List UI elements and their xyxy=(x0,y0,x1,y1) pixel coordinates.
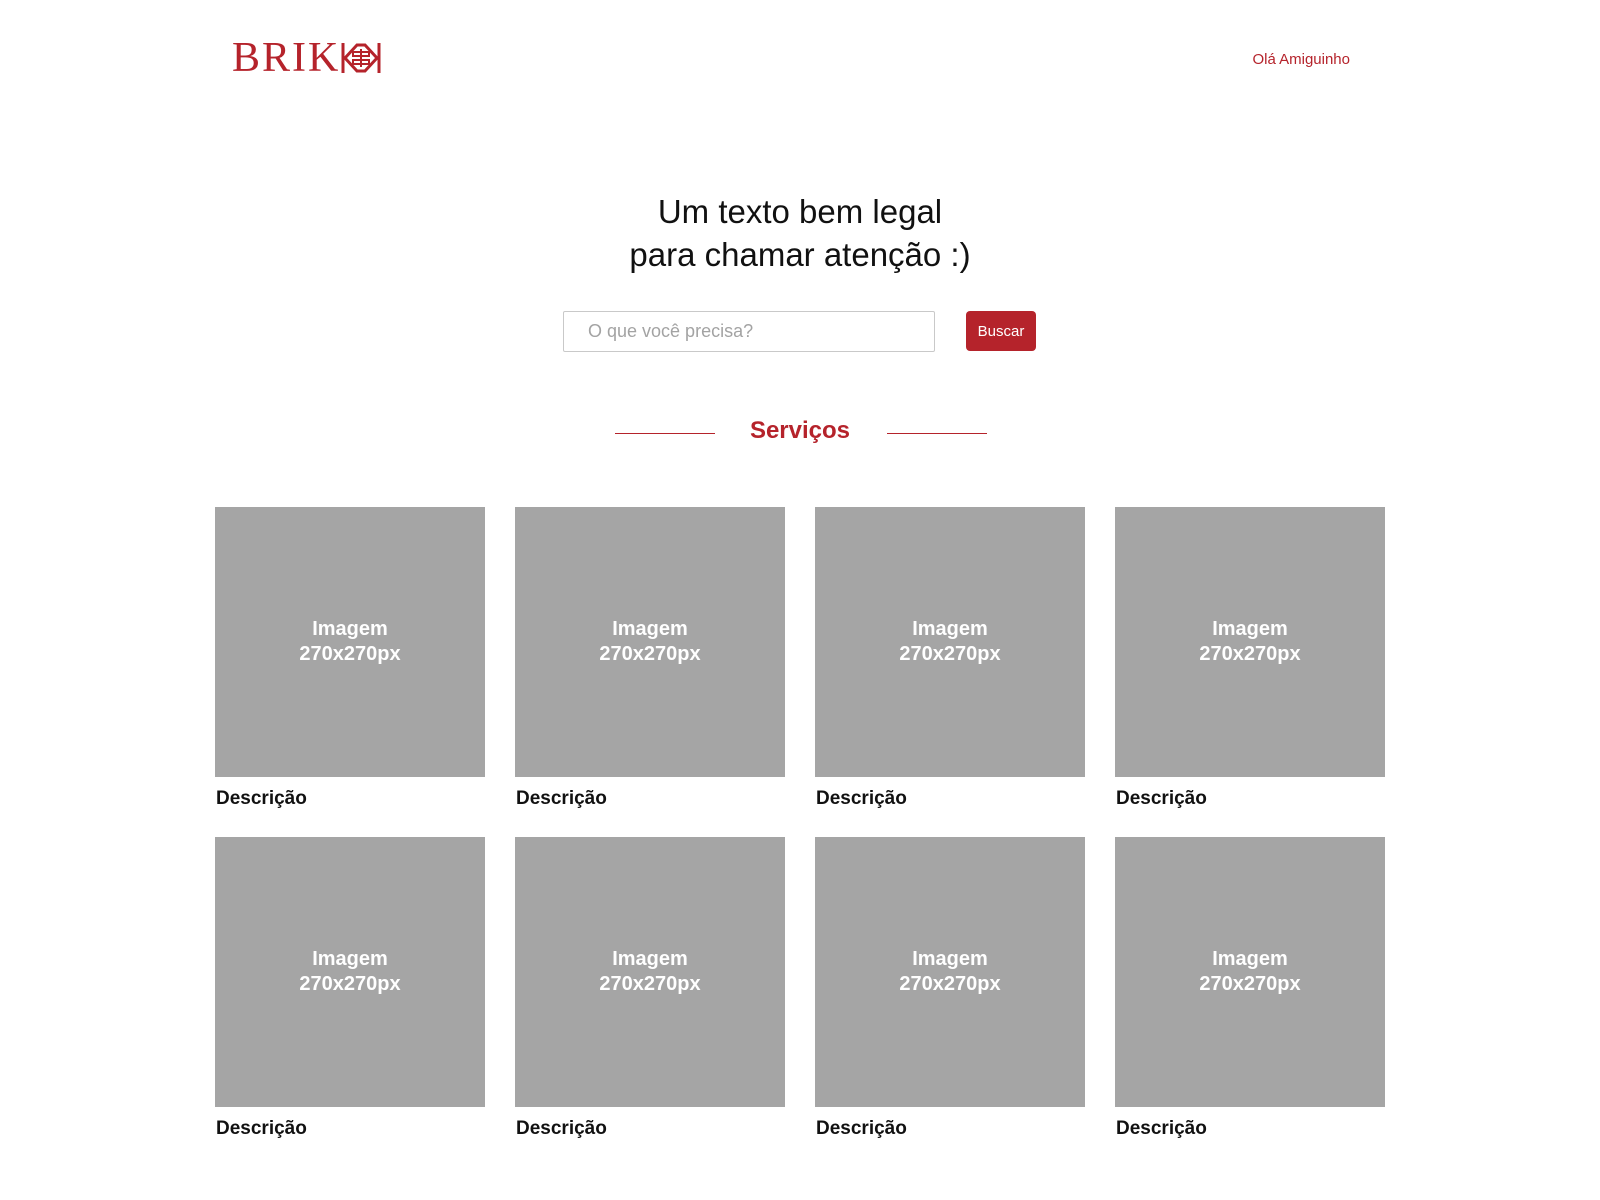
hero-headline-line2: para chamar atenção :) xyxy=(629,236,971,273)
service-card[interactable]: Imagem 270x270px Descrição xyxy=(815,837,1085,1167)
heading-divider-right xyxy=(887,433,987,434)
image-size-label: 270x270px xyxy=(1199,973,1301,995)
image-size-label: 270x270px xyxy=(299,973,401,995)
image-label: Imagem xyxy=(612,618,688,640)
hero-headline-line1: Um texto bem legal xyxy=(657,193,943,230)
image-size-label: 270x270px xyxy=(599,643,701,665)
service-image-placeholder: Imagem 270x270px xyxy=(215,837,485,1107)
services-heading: Serviços xyxy=(0,415,1600,451)
service-image-placeholder: Imagem 270x270px xyxy=(1115,837,1385,1107)
search-input[interactable] xyxy=(563,311,935,352)
service-card[interactable]: Imagem 270x270px Descrição xyxy=(1115,507,1385,837)
hero-section: Um texto bem legal para chamar atenção :… xyxy=(0,190,1600,276)
service-card[interactable]: Imagem 270x270px Descrição xyxy=(515,837,785,1167)
service-description: Descrição xyxy=(816,1118,907,1139)
service-card[interactable]: Imagem 270x270px Descrição xyxy=(515,507,785,837)
service-card[interactable]: Imagem 270x270px Descrição xyxy=(215,837,485,1167)
service-description: Descrição xyxy=(216,788,307,809)
services-title: Serviços xyxy=(749,417,851,444)
image-size-label: 270x270px xyxy=(1199,643,1301,665)
service-image-placeholder: Imagem 270x270px xyxy=(215,507,485,777)
service-card[interactable]: Imagem 270x270px Descrição xyxy=(1115,837,1385,1167)
logo-symbol-icon xyxy=(341,43,381,73)
image-size-label: 270x270px xyxy=(299,643,401,665)
image-label: Imagem xyxy=(312,618,388,640)
image-label: Imagem xyxy=(612,948,688,970)
service-image-placeholder: Imagem 270x270px xyxy=(515,837,785,1107)
brand-logo[interactable]: BRIK xyxy=(232,35,381,81)
service-description: Descrição xyxy=(816,788,907,809)
service-description: Descrição xyxy=(516,788,607,809)
site-header: BRIK Olá Amiguinho xyxy=(0,0,1600,110)
service-description: Descrição xyxy=(1116,788,1207,809)
logo-wordmark: BRIK xyxy=(232,35,341,81)
image-size-label: 270x270px xyxy=(599,973,701,995)
service-card[interactable]: Imagem 270x270px Descrição xyxy=(815,507,1085,837)
search-button[interactable]: Buscar xyxy=(966,311,1036,351)
service-image-placeholder: Imagem 270x270px xyxy=(815,837,1085,1107)
service-image-placeholder: Imagem 270x270px xyxy=(815,507,1085,777)
user-greeting-link[interactable]: Olá Amiguinho xyxy=(1252,51,1350,68)
image-label: Imagem xyxy=(912,948,988,970)
service-image-placeholder: Imagem 270x270px xyxy=(1115,507,1385,777)
hero-headline: Um texto bem legal para chamar atenção :… xyxy=(0,190,1600,276)
image-size-label: 270x270px xyxy=(899,643,1001,665)
image-label: Imagem xyxy=(912,618,988,640)
service-description: Descrição xyxy=(516,1118,607,1139)
service-description: Descrição xyxy=(216,1118,307,1139)
image-size-label: 270x270px xyxy=(899,973,1001,995)
service-description: Descrição xyxy=(1116,1118,1207,1139)
service-card[interactable]: Imagem 270x270px Descrição xyxy=(215,507,485,837)
image-label: Imagem xyxy=(312,948,388,970)
services-grid: Imagem 270x270px Descrição Imagem 270x27… xyxy=(215,507,1385,1167)
service-image-placeholder: Imagem 270x270px xyxy=(515,507,785,777)
image-label: Imagem xyxy=(1212,948,1288,970)
image-label: Imagem xyxy=(1212,618,1288,640)
